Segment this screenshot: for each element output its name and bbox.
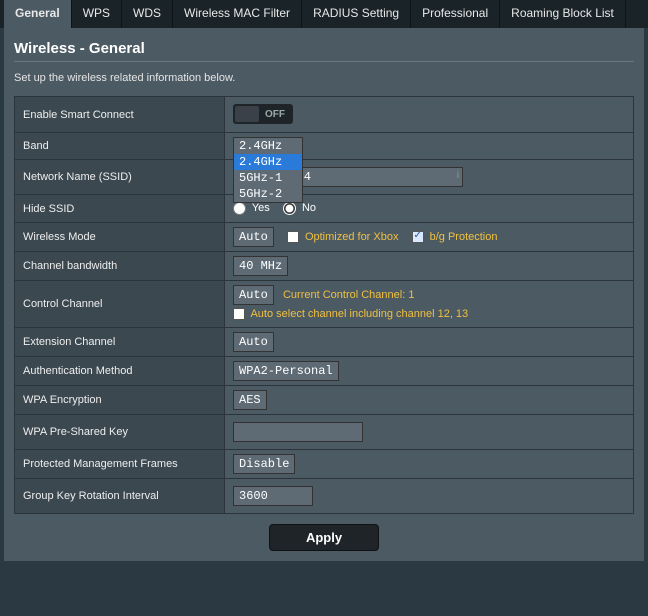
- control-channel-select[interactable]: Auto: [233, 285, 274, 305]
- tab-wds[interactable]: WDS: [122, 0, 173, 28]
- label-band: Band: [15, 133, 225, 160]
- tab-radius[interactable]: RADIUS Setting: [302, 0, 411, 28]
- bg-protection-checkbox[interactable]: [412, 231, 424, 243]
- band-option-2-4ghz[interactable]: 2.4GHz: [234, 154, 302, 170]
- xbox-checkbox[interactable]: [287, 231, 299, 243]
- tab-professional[interactable]: Professional: [411, 0, 500, 28]
- hide-ssid-yes[interactable]: Yes: [233, 202, 270, 214]
- page-description: Set up the wireless related information …: [14, 72, 634, 84]
- page-title: Wireless - General: [14, 40, 634, 57]
- tab-general[interactable]: General: [4, 0, 72, 28]
- tab-wps[interactable]: WPS: [72, 0, 122, 28]
- auth-method-select[interactable]: WPA2-Personal: [233, 361, 339, 381]
- hide-ssid-no[interactable]: No: [283, 202, 316, 214]
- auto-select-channel-label: Auto select channel including channel 12…: [250, 308, 468, 320]
- smart-connect-toggle[interactable]: OFF: [233, 104, 293, 124]
- label-smart-connect: Enable Smart Connect: [15, 97, 225, 133]
- wireless-mode-select[interactable]: Auto: [233, 227, 274, 247]
- label-group-key: Group Key Rotation Interval: [15, 479, 225, 514]
- label-channel-bw: Channel bandwidth: [15, 252, 225, 281]
- label-hide-ssid: Hide SSID: [15, 195, 225, 223]
- wpa-enc-select[interactable]: AES: [233, 390, 267, 410]
- settings-table: Enable Smart Connect OFF Band 2.4GHz 2.4…: [14, 96, 634, 514]
- auto-select-channel-checkbox[interactable]: [233, 308, 245, 320]
- pmf-select[interactable]: Disable: [233, 454, 295, 474]
- channel-bw-select[interactable]: 40 MHz: [233, 256, 288, 276]
- label-ssid: Network Name (SSID): [15, 160, 225, 195]
- ext-channel-select[interactable]: Auto: [233, 332, 274, 352]
- toggle-knob: [235, 106, 259, 122]
- current-control-channel: Current Control Channel: 1: [283, 289, 414, 301]
- tab-bar: General WPS WDS Wireless MAC Filter RADI…: [0, 0, 648, 28]
- group-key-input[interactable]: [233, 486, 313, 506]
- info-icon[interactable]: i: [457, 170, 459, 181]
- main-panel: Wireless - General Set up the wireless r…: [4, 28, 644, 561]
- label-auth-method: Authentication Method: [15, 357, 225, 386]
- band-select-open[interactable]: 2.4GHz 2.4GHz 5GHz-1 5GHz-2: [233, 137, 303, 203]
- apply-button[interactable]: Apply: [269, 524, 379, 551]
- toggle-off-label: OFF: [265, 109, 285, 120]
- tab-mac-filter[interactable]: Wireless MAC Filter: [173, 0, 302, 28]
- divider: [14, 61, 634, 62]
- wpa-psk-input[interactable]: [233, 422, 363, 442]
- xbox-label: Optimized for Xbox: [305, 231, 399, 243]
- label-wpa-enc: WPA Encryption: [15, 386, 225, 415]
- band-selected-display: 2.4GHz: [234, 138, 302, 154]
- label-control-channel: Control Channel: [15, 281, 225, 328]
- tab-roaming-block[interactable]: Roaming Block List: [500, 0, 626, 28]
- label-pmf: Protected Management Frames: [15, 450, 225, 479]
- label-wpa-psk: WPA Pre-Shared Key: [15, 415, 225, 450]
- label-wireless-mode: Wireless Mode: [15, 223, 225, 252]
- band-option-5ghz-2[interactable]: 5GHz-2: [234, 186, 302, 202]
- label-ext-channel: Extension Channel: [15, 328, 225, 357]
- bg-protection-label: b/g Protection: [430, 231, 498, 243]
- band-option-5ghz-1[interactable]: 5GHz-1: [234, 170, 302, 186]
